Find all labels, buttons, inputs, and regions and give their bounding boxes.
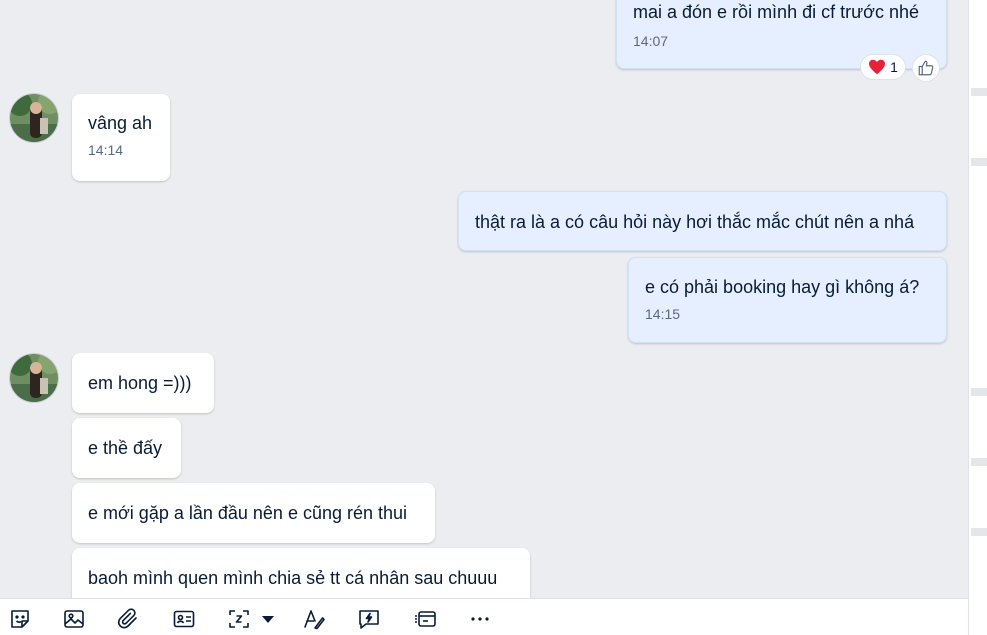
- message-text: vâng ah: [88, 113, 153, 133]
- message-incoming[interactable]: e mới gặp a lần đầu nên e cũng rén thui: [72, 483, 435, 543]
- composer-toolbar: [0, 598, 968, 635]
- message-text: mai a đón e rồi mình đi cf trước nhé: [633, 2, 919, 22]
- screenshot-icon: [229, 610, 249, 628]
- message-time: 14:15: [645, 306, 681, 322]
- message-time: 14:07: [633, 33, 669, 49]
- scroll-marker: [971, 458, 987, 466]
- message-incoming[interactable]: em hong =))): [72, 353, 214, 413]
- sticker-button[interactable]: [6, 605, 34, 633]
- screenshot-button[interactable]: [225, 605, 253, 633]
- more-button[interactable]: [466, 605, 494, 633]
- reaction-count: 1: [890, 59, 898, 75]
- scroll-marker: [971, 388, 987, 396]
- text-format-button[interactable]: [300, 605, 328, 633]
- attachment-icon: [117, 608, 137, 629]
- avatar-image: [10, 354, 58, 402]
- message-text: e có phải booking hay gì không á?: [645, 277, 920, 297]
- avatar[interactable]: [10, 94, 58, 142]
- message-text: e thề đấy: [88, 438, 163, 458]
- message-incoming[interactable]: vâng ah 14:14: [72, 94, 170, 181]
- quick-message-button[interactable]: [355, 605, 383, 633]
- dropdown-arrow-icon: [262, 616, 274, 623]
- contact-card-button[interactable]: [170, 605, 198, 633]
- heart-icon: [869, 59, 886, 75]
- quick-message-icon: [359, 610, 379, 629]
- attach-button[interactable]: [114, 605, 142, 633]
- card-button[interactable]: [411, 605, 439, 633]
- avatar[interactable]: [10, 354, 58, 402]
- message-outgoing[interactable]: e có phải booking hay gì không á? 14:15: [628, 257, 947, 343]
- thumbs-up-icon: [918, 60, 934, 76]
- scroll-marker: [971, 158, 987, 166]
- message-incoming[interactable]: e thề đấy: [72, 418, 181, 478]
- image-button[interactable]: [60, 605, 88, 633]
- heart-reaction[interactable]: 1: [860, 54, 906, 80]
- contact-card-icon: [173, 610, 195, 628]
- sticker-icon: [11, 610, 29, 628]
- like-button[interactable]: [912, 54, 940, 82]
- message-time: 14:14: [88, 142, 124, 158]
- more-icon: [471, 617, 489, 621]
- message-outgoing[interactable]: thật ra là a có câu hỏi này hơi thắc mắc…: [458, 191, 947, 251]
- message-text: e mới gặp a lần đầu nên e cũng rén thui: [88, 503, 408, 523]
- card-icon: [415, 611, 436, 627]
- scrollbar-track[interactable]: [968, 0, 987, 635]
- text-format-icon: [304, 610, 325, 630]
- screenshot-options-dropdown[interactable]: [255, 605, 281, 633]
- scroll-marker: [971, 88, 987, 96]
- message-text: thật ra là a có câu hỏi này hơi thắc mắc…: [475, 212, 915, 232]
- image-icon: [64, 610, 84, 628]
- scroll-marker: [971, 528, 987, 536]
- chat-area: mai a đón e rồi mình đi cf trước nhé 14:…: [0, 0, 968, 598]
- message-incoming[interactable]: baoh mình quen mình chia sẻ tt cá nhân s…: [72, 548, 530, 598]
- message-text: baoh mình quen mình chia sẻ tt cá nhân s…: [88, 568, 498, 588]
- avatar-image: [10, 94, 58, 142]
- message-text: em hong =))): [88, 373, 192, 393]
